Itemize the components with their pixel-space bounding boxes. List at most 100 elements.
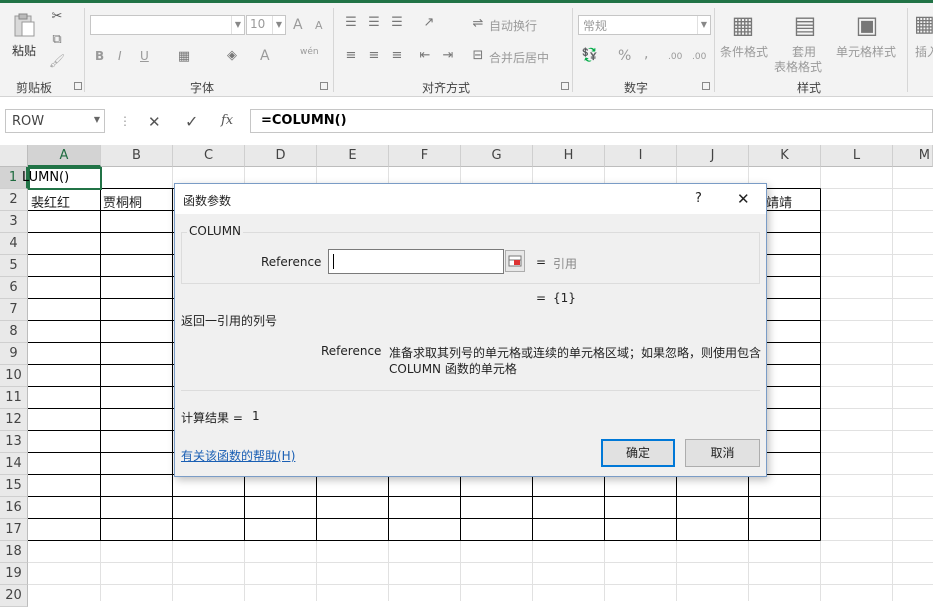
cell-a1-active[interactable]: LUMN() — [22, 167, 102, 190]
increase-decimal-button[interactable]: .00 — [668, 52, 682, 62]
table-format-icon[interactable]: ▤ — [790, 10, 820, 40]
clipboard-launcher-icon[interactable] — [74, 82, 82, 90]
row-header[interactable]: 2 — [0, 189, 28, 211]
align-center-icon[interactable]: ≡ — [366, 48, 382, 64]
row-header[interactable]: 8 — [0, 321, 28, 343]
cancel-button[interactable]: 取消 — [685, 439, 760, 467]
row-header[interactable]: 3 — [0, 211, 28, 233]
cell-b2[interactable]: 贾桐桐 — [103, 192, 142, 211]
align-middle-icon[interactable]: ☰ — [366, 15, 382, 31]
row-header[interactable]: 14 — [0, 453, 28, 475]
ok-button[interactable]: 确定 — [601, 439, 675, 467]
column-header[interactable]: B — [101, 145, 173, 167]
row-header[interactable]: 4 — [0, 233, 28, 255]
insert-function-button[interactable]: fx — [221, 113, 233, 128]
cell-styles-icon[interactable]: ▣ — [852, 10, 882, 40]
column-header[interactable]: I — [605, 145, 677, 167]
row-header[interactable]: 13 — [0, 431, 28, 453]
decrease-decimal-button[interactable]: .00 — [692, 52, 706, 62]
column-header[interactable]: F — [389, 145, 461, 167]
row-header[interactable]: 10 — [0, 365, 28, 387]
row-header[interactable]: 11 — [0, 387, 28, 409]
column-header[interactable]: G — [461, 145, 533, 167]
chevron-down-icon[interactable]: ▼ — [272, 16, 285, 34]
font-launcher-icon[interactable] — [320, 82, 328, 90]
collapse-dialog-icon[interactable] — [505, 250, 525, 272]
decrease-indent-icon[interactable]: ⇤ — [417, 48, 433, 64]
font-color-button[interactable]: A — [260, 48, 270, 64]
align-left-icon[interactable]: ≡ — [343, 48, 359, 64]
row-header[interactable]: 15 — [0, 475, 28, 497]
row-header[interactable]: 5 — [0, 255, 28, 277]
row-header[interactable]: 18 — [0, 541, 28, 563]
align-bottom-icon[interactable]: ☰ — [389, 15, 405, 31]
row-header[interactable]: 20 — [0, 585, 28, 607]
row-header[interactable]: 19 — [0, 563, 28, 585]
column-header[interactable]: M — [893, 145, 933, 167]
column-header[interactable]: C — [173, 145, 245, 167]
align-top-icon[interactable]: ☰ — [343, 15, 359, 31]
insert-button[interactable]: 插入 — [915, 43, 933, 60]
border-icon[interactable]: ▦ — [176, 49, 192, 65]
row-header[interactable]: 12 — [0, 409, 28, 431]
function-help-link[interactable]: 有关该函数的帮助(H) — [181, 447, 295, 464]
cell-k2[interactable]: 靖靖 — [766, 192, 792, 211]
chevron-down-icon[interactable]: ▼ — [697, 16, 710, 34]
alignment-launcher-icon[interactable] — [561, 82, 569, 90]
cell-a2[interactable]: 裴红红 — [31, 192, 70, 211]
shrink-font-button[interactable]: A — [315, 19, 323, 32]
enter-formula-button[interactable]: ✓ — [185, 112, 198, 131]
increase-indent-icon[interactable]: ⇥ — [440, 48, 456, 64]
cell-styles-button[interactable]: 单元格样式 — [836, 43, 896, 60]
align-right-icon[interactable]: ≡ — [389, 48, 405, 64]
column-header[interactable]: A — [28, 145, 101, 167]
row-header[interactable]: 16 — [0, 497, 28, 519]
paste-button[interactable]: 粘贴 — [12, 42, 36, 59]
format-painter-icon[interactable]: 🖌 — [48, 54, 66, 72]
bold-button[interactable]: B — [95, 49, 104, 63]
column-header[interactable]: E — [317, 145, 389, 167]
row-header[interactable]: 6 — [0, 277, 28, 299]
column-header[interactable]: L — [821, 145, 893, 167]
close-icon[interactable]: ✕ — [737, 190, 750, 208]
percent-button[interactable]: % — [618, 48, 631, 64]
row-header[interactable]: 7 — [0, 299, 28, 321]
underline-button[interactable]: U — [140, 49, 149, 63]
number-launcher-icon[interactable] — [702, 82, 710, 90]
merge-center-icon[interactable]: ⊟ — [470, 48, 486, 64]
column-header[interactable]: J — [677, 145, 749, 167]
italic-button[interactable]: I — [118, 49, 122, 63]
column-header[interactable]: K — [749, 145, 821, 167]
chevron-down-icon[interactable]: ▼ — [94, 115, 100, 124]
copy-icon[interactable]: ⧉ — [48, 32, 66, 50]
grow-font-button[interactable]: A — [293, 17, 303, 33]
merge-center-button[interactable]: 合并后居中 — [489, 49, 549, 66]
font-size-combo[interactable]: 10 ▼ — [246, 15, 286, 35]
row-header[interactable]: 17 — [0, 519, 28, 541]
name-box[interactable]: ROW ▼ — [5, 109, 105, 133]
cut-icon[interactable]: ✂ — [48, 9, 66, 27]
insert-icon[interactable]: ▦ — [914, 10, 933, 40]
number-format-combo[interactable]: 常规 ▼ — [578, 15, 711, 35]
wrap-text-button[interactable]: 自动换行 — [489, 17, 537, 34]
conditional-format-button[interactable]: 条件格式 — [720, 43, 768, 60]
reference-input[interactable] — [328, 249, 504, 274]
cancel-formula-button[interactable]: ✕ — [148, 113, 161, 131]
paste-icon[interactable] — [10, 12, 38, 38]
phonetic-button[interactable]: wén — [300, 47, 319, 57]
formula-input[interactable]: =COLUMN() — [250, 109, 933, 133]
help-question-button[interactable]: ? — [695, 191, 702, 206]
row-header[interactable]: 9 — [0, 343, 28, 365]
orientation-icon[interactable]: ↗ — [419, 15, 439, 31]
grid-corner[interactable] — [0, 145, 28, 167]
column-header[interactable]: D — [245, 145, 317, 167]
wrap-text-icon[interactable]: ⇌ — [470, 16, 486, 32]
fill-color-icon[interactable]: ◈ — [224, 48, 240, 64]
table-format-button-line2[interactable]: 表格格式 — [774, 58, 822, 75]
conditional-format-icon[interactable]: ▦ — [728, 10, 758, 40]
column-header[interactable]: H — [533, 145, 605, 167]
chevron-down-icon[interactable]: ▼ — [231, 16, 244, 34]
comma-button[interactable]: , — [644, 46, 648, 62]
font-name-combo[interactable]: ▼ — [90, 15, 245, 35]
currency-icon[interactable]: 💱 — [581, 48, 599, 64]
